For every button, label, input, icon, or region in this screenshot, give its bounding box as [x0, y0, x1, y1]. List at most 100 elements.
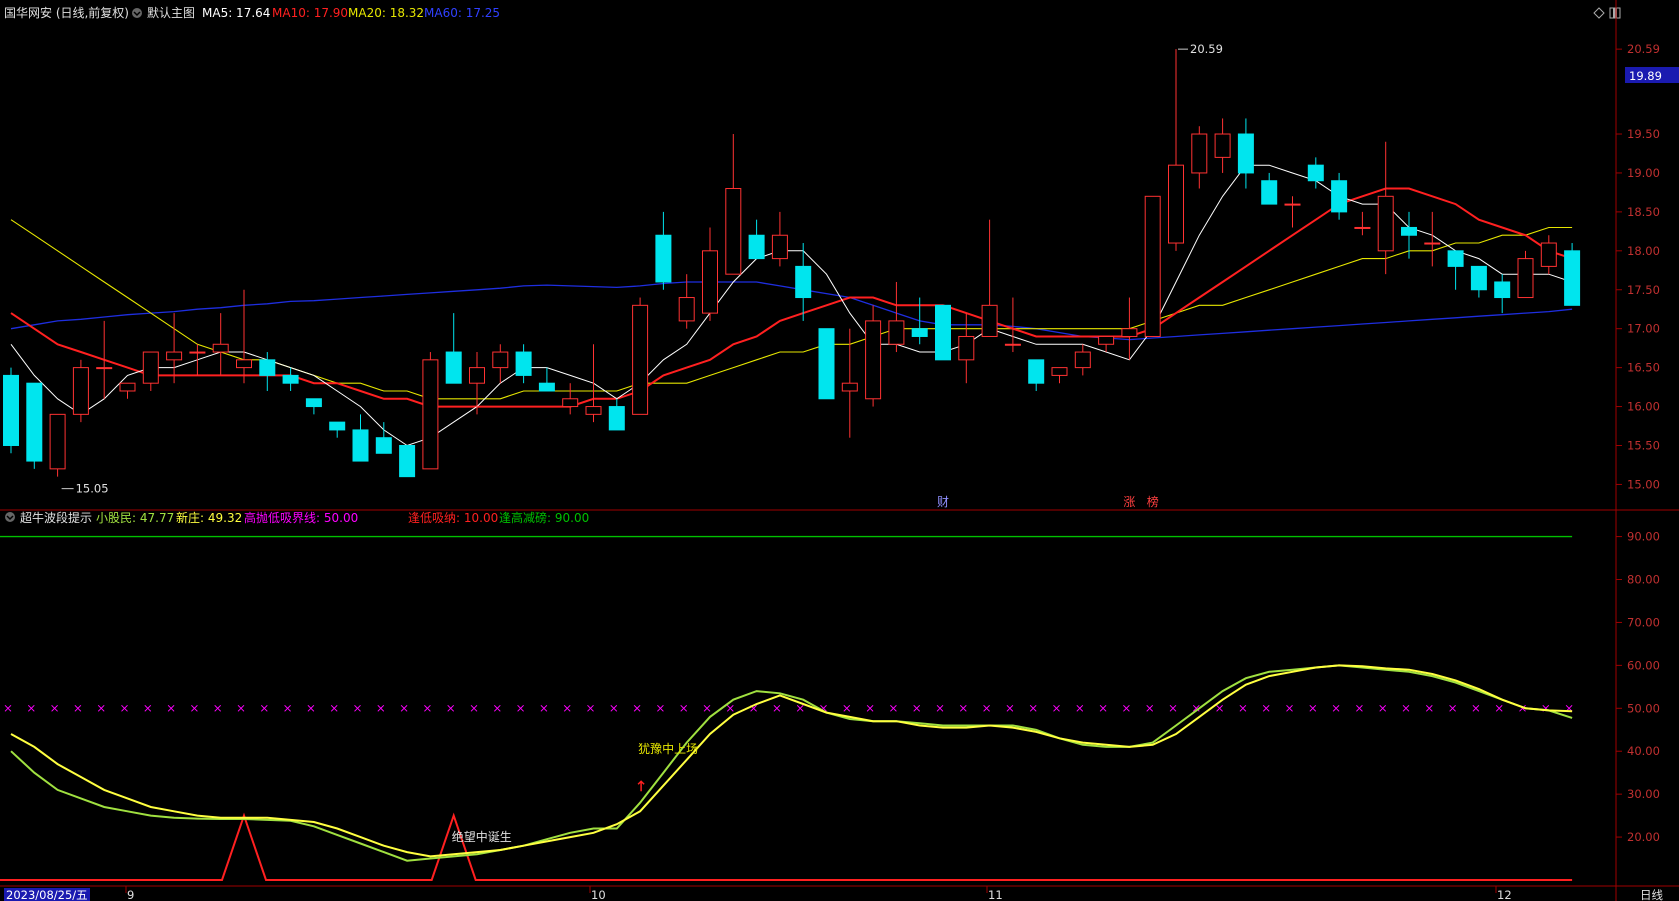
boundary-label: 高抛低吸界线: 50.00 [244, 510, 358, 525]
main-legend: 国华网安 (日线,前复权) 默认主图 MA5: 17.64 MA10: 17.9… [4, 5, 500, 20]
dropdown-icon[interactable] [132, 8, 142, 18]
osc-tick-label: 30.00 [1627, 787, 1660, 801]
candle-body [1098, 335, 1115, 345]
candle-body [469, 367, 485, 384]
price-tick-label: 17.00 [1627, 322, 1660, 336]
osc-tick-label: 60.00 [1627, 658, 1660, 672]
candle-body [119, 382, 136, 392]
candle-body [538, 382, 555, 392]
ma60-label: MA60: 17.25 [424, 6, 500, 20]
ma5-label: MA5: 17.64 [202, 6, 270, 20]
candle-body [655, 234, 672, 283]
event-marker: 财 [937, 495, 949, 509]
candle-body [1307, 164, 1324, 182]
start-date: 2023/08/25/五 [6, 888, 88, 901]
osc-tick-label: 40.00 [1627, 744, 1660, 758]
candle-body [445, 351, 462, 384]
template-name[interactable]: 默认主图 [147, 5, 195, 20]
price-tick-label: 20.59 [1627, 42, 1660, 56]
candle-body [1284, 203, 1301, 206]
candle-body [1168, 164, 1184, 244]
candle-body [702, 250, 718, 314]
price-tick-label: 18.00 [1627, 244, 1660, 258]
candle-body [1517, 258, 1534, 299]
candle-body [1494, 281, 1511, 299]
sell-line-label: 逢高减磅: 90.00 [499, 510, 589, 525]
candle-body [958, 335, 975, 361]
stock-chart: 国华网安 (日线,前复权) 默认主图 MA5: 17.64 MA10: 17.9… [0, 0, 1679, 901]
candle-body [1540, 242, 1557, 267]
candle-body [1051, 367, 1068, 376]
candle-body [795, 265, 812, 299]
ma20-label: MA20: 18.32 [348, 6, 424, 20]
candle-body [422, 359, 439, 470]
price-tick-label: 17.50 [1627, 283, 1660, 297]
signal-label-hesitation: 犹豫中上场 [638, 741, 698, 756]
candle-body [329, 421, 346, 431]
buy-line-label: 逢低吸纳: 10.00 [408, 511, 498, 525]
candle-body [49, 413, 66, 470]
candle-body [818, 328, 835, 400]
candle-body [305, 398, 322, 408]
price-tick-label: 15.00 [1627, 477, 1660, 491]
chart-background [0, 0, 1679, 901]
candle-body [1028, 359, 1045, 384]
ma10-label: MA10: 17.90 [272, 6, 348, 20]
month-11: 11 [988, 888, 1003, 901]
candle-body [1144, 195, 1161, 337]
price-tick-label: 15.50 [1627, 438, 1660, 452]
osc-tick-label: 20.00 [1627, 830, 1660, 844]
candle-body [1331, 180, 1348, 213]
current-price-value: 19.89 [1629, 69, 1662, 83]
candle-body [515, 351, 532, 376]
candle-body [888, 320, 905, 345]
candle-body [771, 234, 788, 260]
current-price-tag: 19.89 [1625, 67, 1679, 83]
candle-body [1237, 133, 1254, 174]
price-tick-label: 19.00 [1627, 166, 1660, 180]
candle-body [212, 343, 229, 353]
candle-body [865, 320, 882, 400]
price-tick-label: 19.50 [1627, 127, 1660, 141]
candle-body [585, 406, 602, 415]
candle-body [259, 359, 276, 376]
indicator-title: 超牛波段提示 [20, 510, 92, 525]
candle-body [1261, 180, 1278, 205]
osc-tick-label: 50.00 [1627, 701, 1660, 715]
signal-label-despair: 绝望中诞生 [452, 829, 512, 844]
candle-body [981, 304, 998, 337]
candle-body [1074, 351, 1091, 369]
candle-body [748, 234, 765, 260]
month-12: 12 [1497, 888, 1512, 901]
low-annotation: 15.05 [76, 482, 109, 496]
candle-body [1377, 195, 1394, 252]
candle-body [1447, 250, 1464, 267]
candle-body [608, 406, 625, 431]
candle-body [632, 304, 649, 415]
price-tick-label: 18.50 [1627, 205, 1660, 219]
candle-body [1191, 133, 1208, 174]
stock-title: 国华网安 (日线,前复权) [4, 5, 129, 20]
event-marker: 涨 [1123, 494, 1135, 509]
month-9: 9 [127, 888, 134, 901]
indicator-menu-icon[interactable] [5, 512, 15, 522]
candle-body [399, 444, 416, 478]
candle-body [72, 367, 89, 415]
candle-body [142, 351, 159, 384]
candle-body [1564, 250, 1581, 306]
candle-body [678, 297, 695, 322]
candle-body [189, 351, 206, 354]
candle-body [562, 398, 579, 408]
candle-body [935, 304, 951, 361]
candle-body [1004, 343, 1021, 346]
candle-body [3, 374, 19, 446]
candle-body [1470, 265, 1487, 291]
period-label[interactable]: 日线 [1640, 888, 1663, 901]
xinzhuang-label: 新庄: 49.32 [176, 510, 242, 525]
osc-tick-label: 80.00 [1627, 573, 1660, 587]
price-tick-label: 16.50 [1627, 361, 1660, 375]
candle-body [1424, 242, 1441, 245]
xiaogu-label: 小股民: 47.77 [96, 511, 174, 525]
candle-body [282, 374, 299, 384]
month-10: 10 [591, 888, 606, 901]
